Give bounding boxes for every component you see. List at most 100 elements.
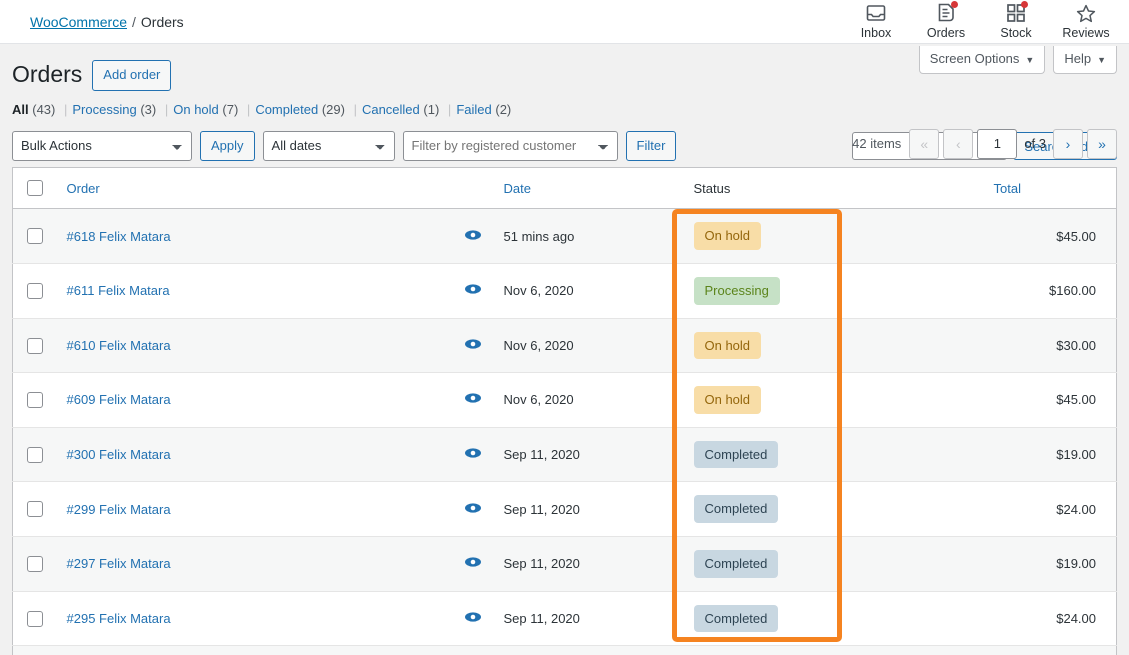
table-header-row: Order Date Status Total	[12, 167, 1117, 210]
filter-button[interactable]: Filter	[625, 130, 677, 161]
row-checkbox[interactable]	[27, 392, 43, 409]
status-link-cancelled-label[interactable]: Cancelled	[362, 102, 420, 117]
row-checkbox[interactable]	[27, 501, 43, 518]
last-page-button[interactable]: »	[1087, 128, 1117, 159]
row-checkbox-cell	[12, 262, 57, 319]
table-row[interactable]: #609 Felix Matara Nov 6, 2020 On hold $4…	[12, 372, 1117, 428]
topnav-label-orders: Orders	[926, 26, 966, 40]
status-link-all[interactable]: All (43) |	[12, 102, 72, 117]
status-badge: Completed	[693, 604, 779, 633]
status-link-cancelled[interactable]: Cancelled (1) |	[362, 102, 456, 117]
order-link[interactable]: #618 Felix Matara	[67, 229, 171, 244]
topnav-item-orders[interactable]: Orders	[911, 0, 981, 40]
row-total-cell: $24.00	[983, 590, 1117, 646]
prev-page-button[interactable]: ‹	[943, 128, 974, 159]
status-link-completed[interactable]: Completed (29) |	[255, 102, 362, 117]
row-total-cell: $19.00	[983, 535, 1117, 592]
row-preview-cell	[451, 372, 494, 428]
customer-filter-select[interactable]: Filter by registered customer	[402, 130, 618, 161]
column-header-total-link[interactable]: Total	[994, 181, 1021, 196]
table-row[interactable]: #299 Felix Matara Sep 11, 2020 Completed…	[12, 481, 1117, 537]
row-total-cell: $45.00	[1056, 228, 1096, 244]
order-link[interactable]: #295 Felix Matara	[67, 611, 171, 626]
total-pages-label: of 3	[1024, 136, 1046, 152]
bulk-actions-select[interactable]: Bulk Actions	[12, 130, 192, 161]
topnav-item-stock[interactable]: Stock	[981, 0, 1051, 40]
row-status-cell: Processing	[683, 262, 984, 319]
eye-icon[interactable]	[464, 283, 482, 295]
add-order-button[interactable]: Add order	[92, 60, 172, 91]
eye-icon[interactable]	[464, 447, 482, 459]
status-link-failed-label[interactable]: Failed	[456, 102, 491, 117]
row-checkbox[interactable]	[27, 337, 43, 354]
table-row[interactable]: #300 Felix Matara Sep 11, 2020 Completed…	[12, 426, 1117, 482]
next-page-button[interactable]: ›	[1053, 128, 1083, 159]
table-row[interactable]: #293 Felix Matara Sep 11, 2020 Completed…	[12, 645, 1117, 655]
column-header-order-link[interactable]: Order	[67, 181, 100, 196]
status-divider: |	[353, 101, 357, 117]
breadcrumb-current: Orders	[140, 13, 184, 30]
status-link-processing-label[interactable]: Processing	[72, 102, 136, 117]
table-row[interactable]: #610 Felix Matara Nov 6, 2020 On hold $3…	[12, 317, 1117, 373]
row-date-cell: Nov 6, 2020	[493, 372, 684, 428]
column-header-total[interactable]: Total	[983, 167, 1117, 210]
row-total-cell: $19.00	[983, 426, 1117, 482]
eye-icon[interactable]	[464, 556, 482, 568]
help-button[interactable]: Help ▼	[1053, 46, 1117, 75]
select-all-checkbox[interactable]	[27, 180, 43, 197]
status-badge: Completed	[693, 495, 779, 523]
status-link-all-label[interactable]: All	[12, 102, 29, 117]
topnav-item-reviews[interactable]: Reviews	[1051, 0, 1121, 40]
table-row[interactable]: #295 Felix Matara Sep 11, 2020 Completed…	[12, 590, 1117, 646]
status-badge: On hold	[693, 222, 762, 250]
row-date-cell: Sep 11, 2020	[493, 590, 684, 646]
order-link[interactable]: #610 Felix Matara	[67, 338, 171, 353]
date-filter-select[interactable]: All dates	[262, 130, 395, 161]
eye-icon[interactable]	[464, 338, 482, 350]
eye-icon[interactable]	[464, 392, 482, 404]
eye-icon[interactable]	[464, 611, 482, 623]
table-row[interactable]: #618 Felix Matara 51 mins ago On hold $4…	[12, 208, 1117, 264]
breadcrumb: WooCommerce / Orders	[0, 14, 184, 30]
row-checkbox[interactable]	[27, 610, 43, 627]
topnav-item-inbox[interactable]: Inbox	[841, 0, 911, 40]
status-link-failed[interactable]: Failed (2)	[456, 102, 511, 117]
row-date-cell: Nov 6, 2020	[493, 262, 684, 319]
row-date-cell: Sep 11, 2020	[493, 535, 684, 592]
row-date-cell: 51 mins ago	[503, 228, 575, 244]
order-link[interactable]: #297 Felix Matara	[67, 556, 171, 571]
column-header-order[interactable]: Order	[56, 167, 452, 210]
table-row[interactable]: #297 Felix Matara Sep 11, 2020 Completed…	[12, 535, 1117, 592]
eye-icon[interactable]	[464, 502, 482, 514]
current-page-input[interactable]	[977, 128, 1018, 159]
order-link[interactable]: #299 Felix Matara	[67, 502, 171, 517]
column-header-date-link[interactable]: Date	[504, 181, 531, 196]
row-order-cell: #300 Felix Matara	[56, 426, 452, 482]
order-link[interactable]: #611 Felix Matara	[67, 283, 170, 298]
column-header-date[interactable]: Date	[493, 167, 684, 210]
status-link-processing[interactable]: Processing (3) |	[72, 102, 173, 117]
screen-options-button[interactable]: Screen Options ▼	[918, 46, 1046, 75]
order-link[interactable]: #609 Felix Matara	[67, 392, 171, 407]
first-page-button[interactable]: «	[909, 128, 940, 159]
eye-icon[interactable]	[464, 229, 482, 241]
apply-button[interactable]: Apply	[200, 130, 255, 161]
inbox-icon	[864, 2, 888, 24]
row-checkbox-cell	[12, 535, 57, 592]
row-checkbox[interactable]	[27, 556, 43, 572]
row-checkbox[interactable]	[27, 283, 43, 300]
table-row[interactable]: #611 Felix Matara Nov 6, 2020 Processing…	[12, 262, 1117, 319]
row-date-cell: Sep 11, 2020	[493, 426, 684, 482]
status-link-completed-count: (29)	[321, 101, 345, 117]
breadcrumb-woocommerce-link[interactable]: WooCommerce	[30, 14, 127, 30]
row-checkbox[interactable]	[27, 446, 43, 463]
row-order-cell: #618 Felix Matara	[57, 209, 452, 264]
status-link-on-hold[interactable]: On hold (7) |	[173, 102, 255, 117]
row-date-cell: Nov 6, 2020	[493, 317, 684, 373]
order-link[interactable]: #300 Felix Matara	[67, 447, 171, 462]
row-checkbox[interactable]	[27, 228, 43, 245]
status-link-completed-label[interactable]: Completed	[255, 102, 318, 117]
status-link-on-hold-label[interactable]: On hold	[173, 102, 219, 117]
orders-table: Order Date Status Total #618 Felix Matar…	[12, 166, 1117, 655]
row-checkbox-cell	[12, 317, 57, 373]
